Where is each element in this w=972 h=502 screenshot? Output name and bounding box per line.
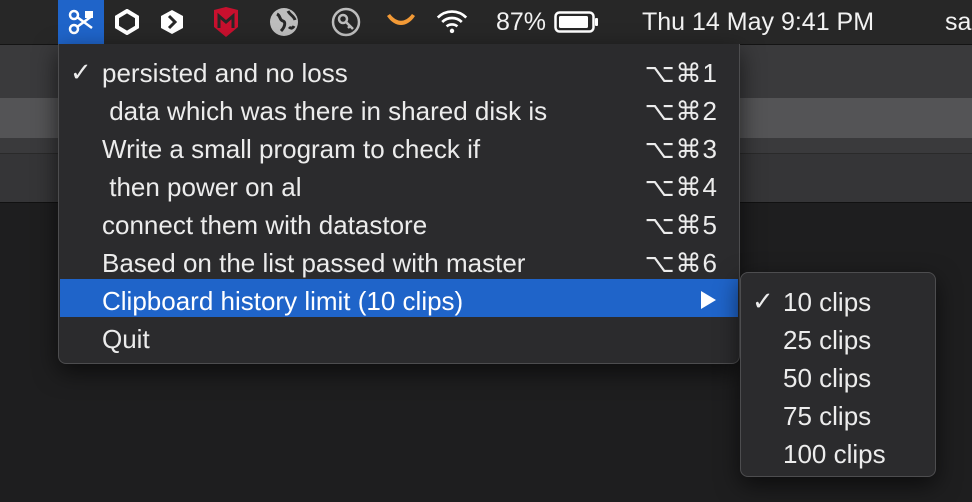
mcafee-icon[interactable] xyxy=(210,6,242,38)
menu-item-clip-2[interactable]: data which was there in shared disk is ⌥… xyxy=(60,89,738,127)
checkmark-icon: ✓ xyxy=(752,286,774,316)
submenu-item-label: 75 clips xyxy=(783,401,872,431)
menu-item-shortcut: ⌥⌘3 xyxy=(644,134,718,164)
shield-app-icon[interactable] xyxy=(156,6,188,38)
submenu-item-label: 100 clips xyxy=(783,439,886,469)
wifi-icon[interactable] xyxy=(436,6,468,38)
menu-item-label: Write a small program to check if xyxy=(102,134,481,164)
menubar-user[interactable]: sa xyxy=(945,8,971,37)
menu-item-label: then power on al xyxy=(102,172,302,202)
clipboard-app-icon[interactable] xyxy=(58,0,104,44)
menu-item-clip-6[interactable]: Based on the list passed with master ⌥⌘6 xyxy=(60,241,738,279)
menu-item-clip-1[interactable]: ✓ persisted and no loss ⌥⌘1 xyxy=(60,51,738,89)
checkmark-icon: ✓ xyxy=(70,57,92,87)
menubar-clock[interactable]: Thu 14 May 9:41 PM xyxy=(642,8,874,37)
hexagon-app-icon[interactable] xyxy=(111,6,143,38)
key-icon[interactable] xyxy=(330,6,362,38)
menu-item-quit[interactable]: Quit xyxy=(60,317,738,355)
menu-item-label: Based on the list passed with master xyxy=(102,248,526,278)
menu-item-label: Clipboard history limit (10 clips) xyxy=(102,286,464,316)
battery-icon[interactable] xyxy=(554,6,600,38)
clipboard-menu: ✓ persisted and no loss ⌥⌘1 data which w… xyxy=(58,44,740,364)
submenu-item-25-clips[interactable]: 25 clips xyxy=(742,318,934,356)
menu-item-shortcut: ⌥⌘2 xyxy=(644,96,718,126)
menu-item-label: Quit xyxy=(102,324,150,354)
submenu-item-100-clips[interactable]: 100 clips xyxy=(742,432,934,470)
submenu-item-label: 25 clips xyxy=(783,325,872,355)
menu-item-label: connect them with datastore xyxy=(102,210,428,240)
menu-item-history-limit[interactable]: Clipboard history limit (10 clips) xyxy=(60,279,738,317)
menu-item-shortcut: ⌥⌘6 xyxy=(644,248,718,278)
menu-bar: 87% Thu 14 May 9:41 PM sa xyxy=(0,0,972,45)
menu-item-shortcut: ⌥⌘4 xyxy=(644,172,718,202)
menu-item-shortcut: ⌥⌘1 xyxy=(644,58,718,88)
menu-item-label: data which was there in shared disk is xyxy=(102,96,548,126)
menu-item-clip-3[interactable]: Write a small program to check if ⌥⌘3 xyxy=(60,127,738,165)
submenu-item-75-clips[interactable]: 75 clips xyxy=(742,394,934,432)
submenu-arrow-icon xyxy=(701,291,716,309)
menu-item-clip-4[interactable]: then power on al ⌥⌘4 xyxy=(60,165,738,203)
menu-item-label: persisted and no loss xyxy=(102,58,348,88)
menu-item-clip-5[interactable]: connect them with datastore ⌥⌘5 xyxy=(60,203,738,241)
globe-icon[interactable] xyxy=(268,6,300,38)
smile-icon[interactable] xyxy=(385,6,417,38)
submenu-item-label: 10 clips xyxy=(783,287,872,317)
history-limit-submenu: ✓ 10 clips 25 clips 50 clips 75 clips 10… xyxy=(740,272,936,477)
submenu-item-50-clips[interactable]: 50 clips xyxy=(742,356,934,394)
submenu-item-label: 50 clips xyxy=(783,363,872,393)
submenu-item-10-clips[interactable]: ✓ 10 clips xyxy=(742,280,934,318)
menu-item-shortcut: ⌥⌘5 xyxy=(644,210,718,240)
battery-percent: 87% xyxy=(496,8,547,36)
